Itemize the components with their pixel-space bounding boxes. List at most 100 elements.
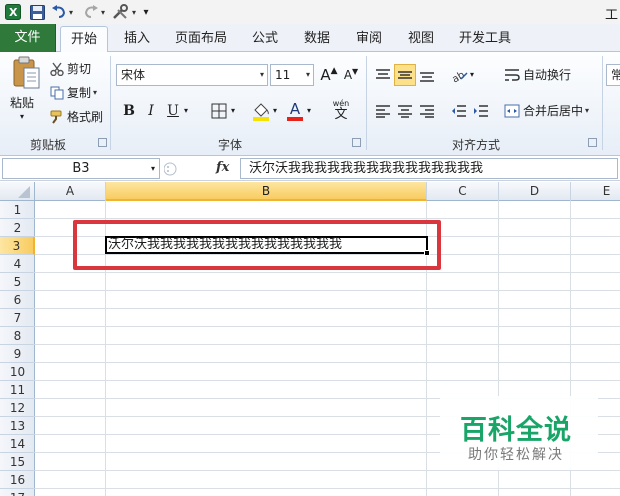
font-name-dropdown-icon[interactable]: ▾: [260, 65, 264, 85]
select-all-triangle-icon: [18, 186, 30, 198]
watermark-title: 百科全说: [460, 415, 572, 446]
font-dialog-launcher-icon[interactable]: [352, 138, 361, 147]
row-header-14[interactable]: 14: [0, 435, 35, 453]
row-header-5[interactable]: 5: [0, 273, 35, 291]
name-box[interactable]: B3 ▾: [2, 158, 160, 179]
copy-icon: [50, 86, 64, 99]
row-header-11[interactable]: 11: [0, 381, 35, 399]
fill-color-dropdown-icon[interactable]: ▾: [273, 106, 277, 115]
align-bottom-icon: [420, 72, 434, 82]
row-header-3[interactable]: 3: [0, 237, 35, 255]
format-painter-button[interactable]: 格式刷: [50, 108, 103, 125]
clipboard-icon: [13, 56, 40, 89]
row-header-7[interactable]: 7: [0, 309, 35, 327]
orientation-dropdown-icon[interactable]: ▾: [470, 70, 474, 79]
row-header-9[interactable]: 9: [0, 345, 35, 363]
tab-formulas[interactable]: 公式: [244, 26, 286, 52]
watermark: 百科全说 助你轻松解决: [440, 396, 598, 470]
number-format-combo[interactable]: 常: [606, 64, 620, 86]
fill-color-button[interactable]: [250, 100, 272, 122]
font-name-combo[interactable]: 宋体 ▾: [116, 64, 268, 86]
tools-icon[interactable]: ▾: [112, 3, 136, 21]
format-painter-label: 格式刷: [67, 110, 104, 124]
formula-input[interactable]: 沃尔沃我我我我我我我我我我我我我我我: [240, 158, 618, 179]
grow-font-button[interactable]: A ▲: [318, 64, 340, 86]
row-header-4[interactable]: 4: [0, 255, 35, 273]
row-header-8[interactable]: 8: [0, 327, 35, 345]
column-header-d[interactable]: D: [499, 182, 571, 201]
phonetic-wen-char: 文: [334, 106, 348, 122]
borders-dropdown-icon[interactable]: ▾: [231, 106, 235, 115]
column-header-a[interactable]: A: [35, 182, 106, 201]
name-box-dropdown-icon[interactable]: ▾: [151, 159, 155, 178]
tab-page-layout[interactable]: 页面布局: [170, 26, 232, 52]
tab-developer[interactable]: 开发工具: [452, 26, 518, 52]
clipboard-dialog-launcher-icon[interactable]: [98, 138, 107, 147]
redo-icon[interactable]: ▾: [82, 3, 106, 21]
highlight-annotation-box: [73, 220, 441, 270]
merge-center-dropdown-icon[interactable]: ▾: [585, 106, 589, 115]
copy-button[interactable]: 复制 ▾: [50, 84, 97, 101]
tab-data[interactable]: 数据: [296, 26, 338, 52]
shrink-font-button[interactable]: A ▼: [340, 64, 362, 86]
copy-label: 复制: [67, 86, 92, 100]
align-right-button[interactable]: [416, 100, 438, 122]
alignment-dialog-launcher-icon[interactable]: [588, 138, 597, 147]
bold-button[interactable]: B: [118, 100, 140, 122]
tab-view[interactable]: 视图: [400, 26, 442, 52]
row-header-10[interactable]: 10: [0, 363, 35, 381]
tools-dropdown-icon[interactable]: ▾: [132, 8, 136, 17]
borders-button[interactable]: [208, 100, 230, 122]
align-left-button[interactable]: [372, 100, 394, 122]
row-header-13[interactable]: 13: [0, 417, 35, 435]
redo-dropdown-icon[interactable]: ▾: [101, 8, 105, 17]
cut-button[interactable]: 剪切: [50, 60, 91, 77]
row-header-6[interactable]: 6: [0, 291, 35, 309]
tab-review[interactable]: 审阅: [348, 26, 390, 52]
italic-button[interactable]: I: [140, 100, 162, 122]
align-middle-button[interactable]: [394, 64, 416, 86]
copy-dropdown-icon[interactable]: ▾: [93, 88, 97, 97]
align-top-button[interactable]: [372, 64, 394, 86]
decrease-indent-button[interactable]: [448, 100, 470, 122]
font-color-dropdown-icon[interactable]: ▾: [307, 106, 311, 115]
column-header-e[interactable]: E: [571, 182, 620, 201]
font-size-dropdown-icon[interactable]: ▾: [306, 65, 310, 85]
font-size-value: 11: [275, 68, 291, 82]
save-icon[interactable]: [28, 3, 46, 21]
row-header-12[interactable]: 12: [0, 399, 35, 417]
increase-indent-button[interactable]: [470, 100, 492, 122]
merge-center-button[interactable]: 合并后居中 ▾: [504, 102, 589, 119]
undo-dropdown-icon[interactable]: ▾: [69, 8, 73, 17]
font-size-combo[interactable]: 11 ▾: [270, 64, 314, 86]
column-header-c[interactable]: C: [427, 182, 499, 201]
orientation-button[interactable]: ab: [448, 64, 470, 86]
row-header-15[interactable]: 15: [0, 453, 35, 471]
tab-file[interactable]: 文件: [0, 24, 56, 52]
row-header-16[interactable]: 16: [0, 471, 35, 489]
tab-home[interactable]: 开始: [60, 26, 108, 53]
scissors-icon: [50, 62, 64, 76]
wrap-text-button[interactable]: 自动换行: [504, 66, 571, 83]
column-header-b[interactable]: B: [106, 182, 427, 201]
font-color-button[interactable]: A: [284, 100, 306, 122]
underline-button[interactable]: U: [162, 100, 184, 122]
formula-bar-splitter[interactable]: [164, 159, 208, 179]
paste-dropdown-icon[interactable]: ▾: [20, 112, 24, 121]
insert-function-icon[interactable]: fx: [216, 160, 229, 175]
align-bottom-button[interactable]: [416, 64, 438, 86]
underline-dropdown-icon[interactable]: ▾: [184, 106, 188, 115]
select-all-corner[interactable]: [0, 182, 35, 201]
undo-icon[interactable]: ▾: [50, 3, 74, 21]
font-name-value: 宋体: [121, 68, 146, 82]
tab-insert[interactable]: 插入: [116, 26, 158, 52]
paste-label[interactable]: 粘贴: [10, 94, 34, 111]
row-header-1[interactable]: 1: [0, 201, 35, 219]
row-header-17[interactable]: 17: [0, 489, 35, 496]
excel-logo-icon[interactable]: X: [4, 3, 22, 21]
row-header-2[interactable]: 2: [0, 219, 35, 237]
phonetic-guide-button[interactable]: wén 文: [328, 96, 354, 124]
align-center-button[interactable]: [394, 100, 416, 122]
merge-center-icon: [504, 104, 520, 117]
customize-qat-icon[interactable]: ▾: [140, 3, 152, 21]
